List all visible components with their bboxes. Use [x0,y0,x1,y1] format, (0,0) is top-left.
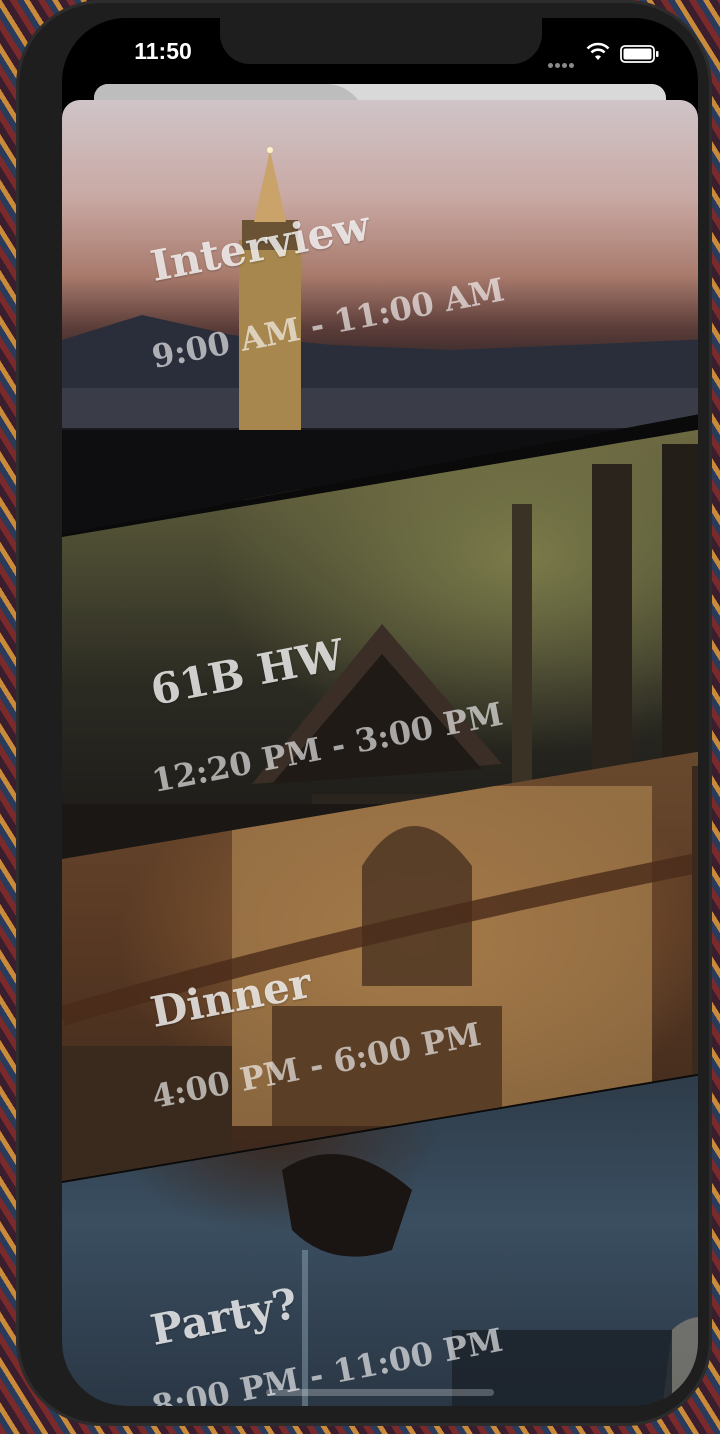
status-time: 11:50 [134,38,192,64]
home-indicator[interactable] [266,1389,494,1396]
wifi-icon [586,42,610,60]
phone-frame: 11:50 Interview 9:00 AM - 11:00 AM 61B H… [16,0,712,1426]
cellular-signal-icon [548,53,576,72]
event-list-sheet: Interview 9:00 AM - 11:00 AM 61B HW 12:2… [62,100,698,1406]
battery-icon [620,45,659,63]
phone-screen: 11:50 Interview 9:00 AM - 11:00 AM 61B H… [62,18,698,1406]
notch [220,18,542,64]
status-icons [536,42,666,68]
